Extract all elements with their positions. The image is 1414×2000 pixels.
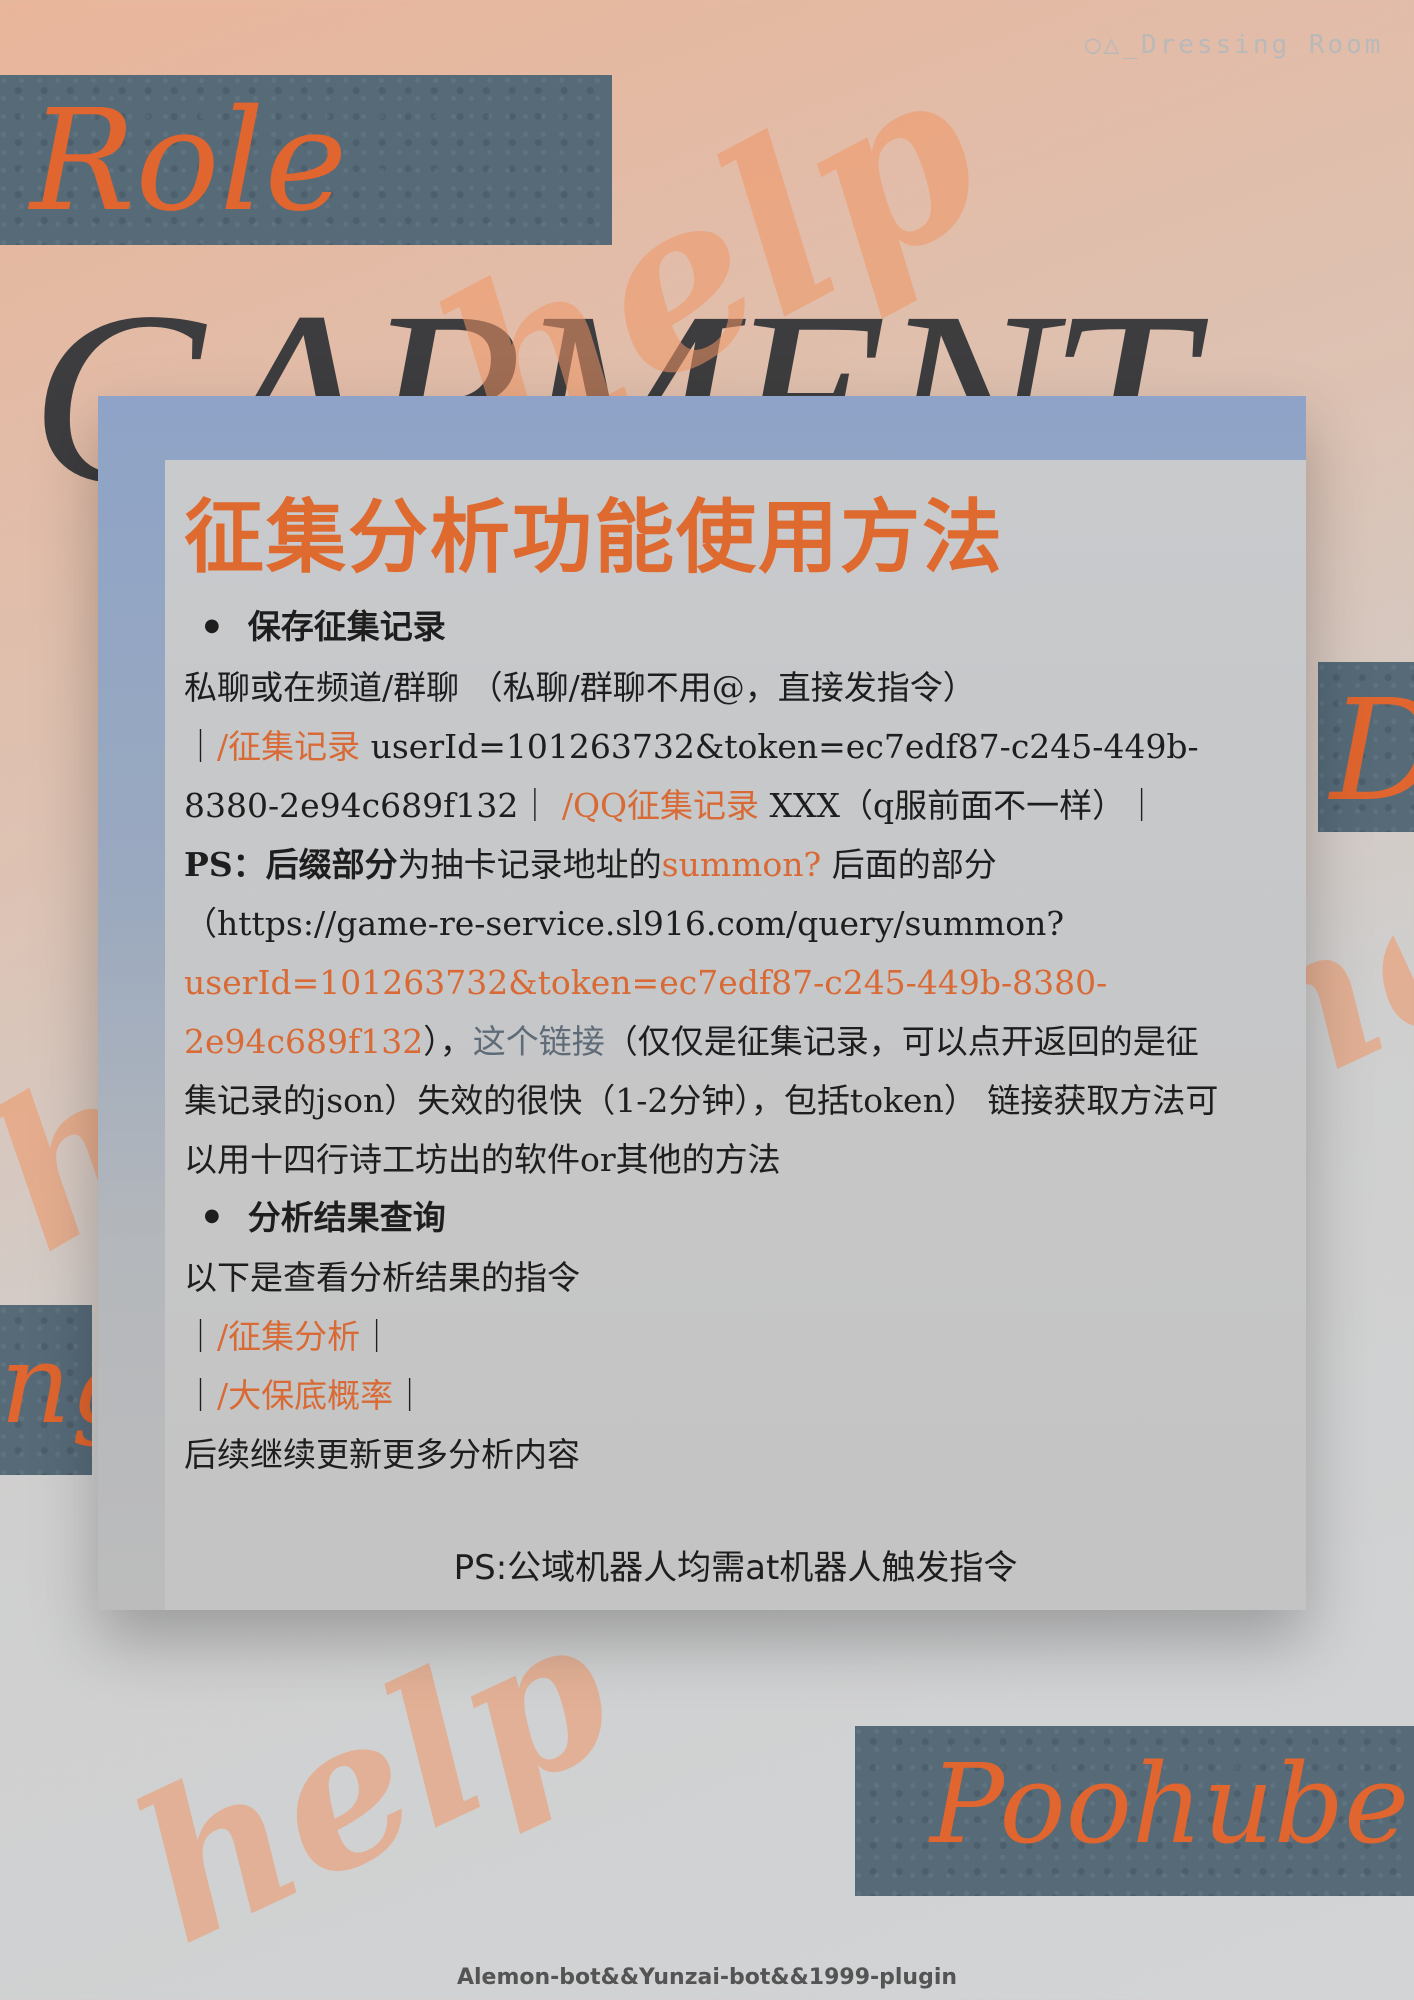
ps-text: 为抽卡记录地址的 bbox=[397, 844, 662, 884]
separator: ｜ bbox=[184, 1317, 217, 1356]
query-intro-text: 以下是查看分析结果的指令 bbox=[184, 1258, 580, 1297]
separator: ｜ bbox=[393, 1376, 427, 1415]
separator: ｜ bbox=[360, 1317, 394, 1356]
section-save-body: 私聊或在频道/群聊 （私聊/群聊不用@，直接发指令） ｜/征集记录 userId… bbox=[184, 658, 1224, 1189]
more-content-text: 后续继续更新更多分析内容 bbox=[184, 1435, 580, 1474]
url-part: （https://game-re-service.sl916.com/query… bbox=[184, 903, 1065, 943]
script-role-text: Role bbox=[30, 80, 348, 243]
command-qq-zhengji-jilu-arg: XXX（q服前面不一样） bbox=[759, 785, 1126, 825]
help-content: 征集分析功能使用方法 保存征集记录 私聊或在频道/群聊 （私聊/群聊不用@，直接… bbox=[184, 490, 1224, 1484]
script-poohube-text: Poohube bbox=[930, 1740, 1410, 1868]
section-heading-query: 分析结果查询 bbox=[184, 1189, 1224, 1249]
command-zhengji-jilu: /征集记录 bbox=[217, 726, 361, 766]
separator: ｜ bbox=[1125, 785, 1159, 825]
page-title: 征集分析功能使用方法 bbox=[184, 491, 1004, 584]
command-qq-zhengji-jilu: /QQ征集记录 bbox=[561, 785, 760, 825]
script-side-right: D bbox=[1330, 670, 1414, 833]
separator: ｜ bbox=[518, 785, 552, 825]
ps-label: PS：后缀部分 bbox=[184, 844, 398, 884]
url-close: ）， bbox=[423, 1021, 473, 1061]
script-side-left: ng bbox=[0, 1320, 92, 1448]
link-text[interactable]: 这个链接 bbox=[473, 1022, 605, 1061]
ps-text-2: 后面的部分 bbox=[821, 844, 997, 884]
command-dabaodi-gailv: /大保底概率 bbox=[217, 1376, 394, 1415]
separator: ｜ bbox=[184, 726, 217, 766]
ps-note: PS:公域机器人均需at机器人触发指令 bbox=[453, 1548, 1018, 1588]
save-intro-text: 私聊或在频道/群聊 （私聊/群聊不用@，直接发指令） bbox=[184, 667, 976, 707]
watermark-help-bottom: help bbox=[103, 1569, 646, 1990]
separator: ｜ bbox=[184, 1376, 217, 1415]
footer-credits: Alemon-bot&&Yunzai-bot&&1999-plugin bbox=[456, 1965, 958, 1990]
command-zhengji-fenxi: /征集分析 bbox=[217, 1317, 361, 1356]
section-query-body: 以下是查看分析结果的指令 ｜/征集分析｜ ｜/大保底概率｜ 后续继续更新更多分析… bbox=[184, 1248, 1224, 1484]
brand-tag: ○△_Dressing Room bbox=[1085, 30, 1384, 60]
section-heading-save: 保存征集记录 bbox=[184, 598, 1224, 658]
ps-summon: summon? bbox=[661, 844, 822, 884]
